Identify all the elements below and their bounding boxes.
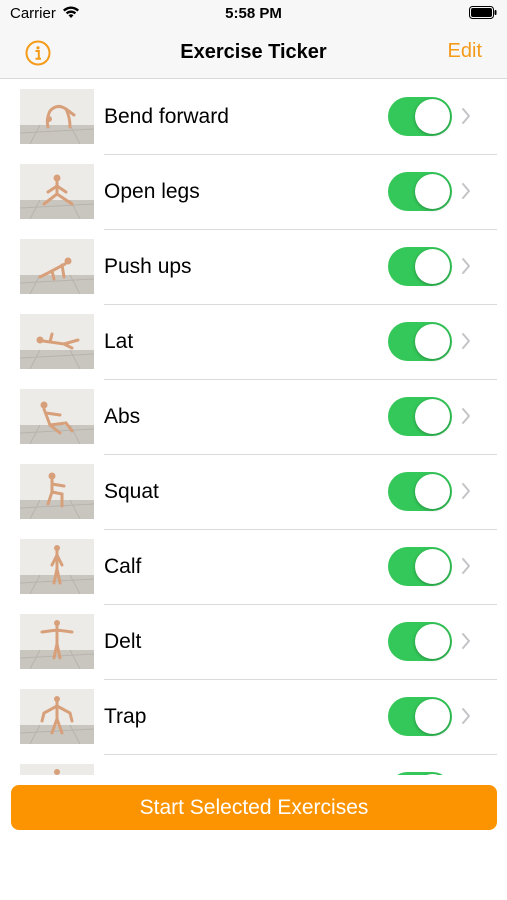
exercise-toggle[interactable]	[388, 322, 452, 361]
toggle-knob	[415, 99, 450, 134]
exercise-name: Delt	[104, 630, 142, 653]
chevron-right-icon[interactable]	[461, 257, 471, 275]
exercise-toggle[interactable]	[388, 247, 452, 286]
chevron-right-icon[interactable]	[461, 107, 471, 125]
exercise-list: Bend forward Open legs Push ups Lat Abs Squat…	[0, 80, 507, 775]
exercise-name: Calf	[104, 555, 142, 578]
battery-icon	[469, 6, 497, 19]
chevron-right-icon[interactable]	[461, 182, 471, 200]
exercise-name: Squat	[104, 480, 159, 503]
chevron-right-icon[interactable]	[461, 632, 471, 650]
toggle-knob	[415, 774, 450, 775]
exercise-toggle[interactable]	[388, 97, 452, 136]
chevron-right-icon[interactable]	[461, 407, 471, 425]
exercise-name: Push ups	[104, 255, 192, 278]
exercise-thumbnail	[20, 239, 94, 294]
toggle-knob	[415, 474, 450, 509]
toggle-knob	[415, 399, 450, 434]
exercise-row[interactable]: Bend forward	[0, 80, 507, 155]
chevron-right-icon[interactable]	[461, 707, 471, 725]
toggle-knob	[415, 174, 450, 209]
exercise-toggle[interactable]	[388, 397, 452, 436]
exercise-row[interactable]: Calf	[0, 530, 507, 605]
exercise-thumbnail	[20, 89, 94, 144]
toggle-knob	[415, 249, 450, 284]
exercise-row[interactable]: Abs	[0, 380, 507, 455]
exercise-toggle[interactable]	[388, 547, 452, 586]
exercise-name: Bend forward	[104, 105, 229, 128]
navigation-bar: Exercise Ticker Edit	[0, 26, 507, 79]
exercise-thumbnail	[20, 464, 94, 519]
exercise-toggle[interactable]	[388, 622, 452, 661]
exercise-name: Open legs	[104, 180, 200, 203]
exercise-name: Trap	[104, 705, 147, 728]
exercise-row[interactable]: Squat	[0, 455, 507, 530]
status-bar: Carrier 5:58 PM	[0, 0, 507, 26]
exercise-row[interactable]: Delt	[0, 605, 507, 680]
exercise-row[interactable]: Push ups	[0, 230, 507, 305]
chevron-right-icon[interactable]	[461, 332, 471, 350]
exercise-thumbnail	[20, 314, 94, 369]
chevron-right-icon[interactable]	[461, 482, 471, 500]
exercise-thumbnail	[20, 689, 94, 744]
exercise-toggle[interactable]	[388, 472, 452, 511]
toggle-knob	[415, 624, 450, 659]
exercise-name: Abs	[104, 405, 141, 428]
toggle-knob	[415, 549, 450, 584]
exercise-toggle[interactable]	[388, 172, 452, 211]
exercise-thumbnail	[20, 764, 94, 775]
exercise-thumbnail	[20, 614, 94, 669]
start-selected-exercises-button[interactable]: Start Selected Exercises	[11, 785, 497, 830]
clock: 5:58 PM	[225, 5, 282, 22]
chevron-right-icon[interactable]	[461, 557, 471, 575]
exercise-toggle[interactable]	[388, 697, 452, 736]
exercise-toggle[interactable]	[388, 772, 452, 775]
exercise-row[interactable]: Trap	[0, 680, 507, 755]
exercise-row[interactable]	[0, 755, 507, 775]
exercise-thumbnail	[20, 389, 94, 444]
exercise-row[interactable]: Lat	[0, 305, 507, 380]
exercise-row[interactable]: Open legs	[0, 155, 507, 230]
edit-button[interactable]: Edit	[448, 40, 482, 63]
toggle-knob	[415, 699, 450, 734]
toggle-knob	[415, 324, 450, 359]
exercise-name: Lat	[104, 330, 134, 353]
exercise-thumbnail	[20, 164, 94, 219]
exercise-thumbnail	[20, 539, 94, 594]
page-title: Exercise Ticker	[180, 41, 327, 63]
